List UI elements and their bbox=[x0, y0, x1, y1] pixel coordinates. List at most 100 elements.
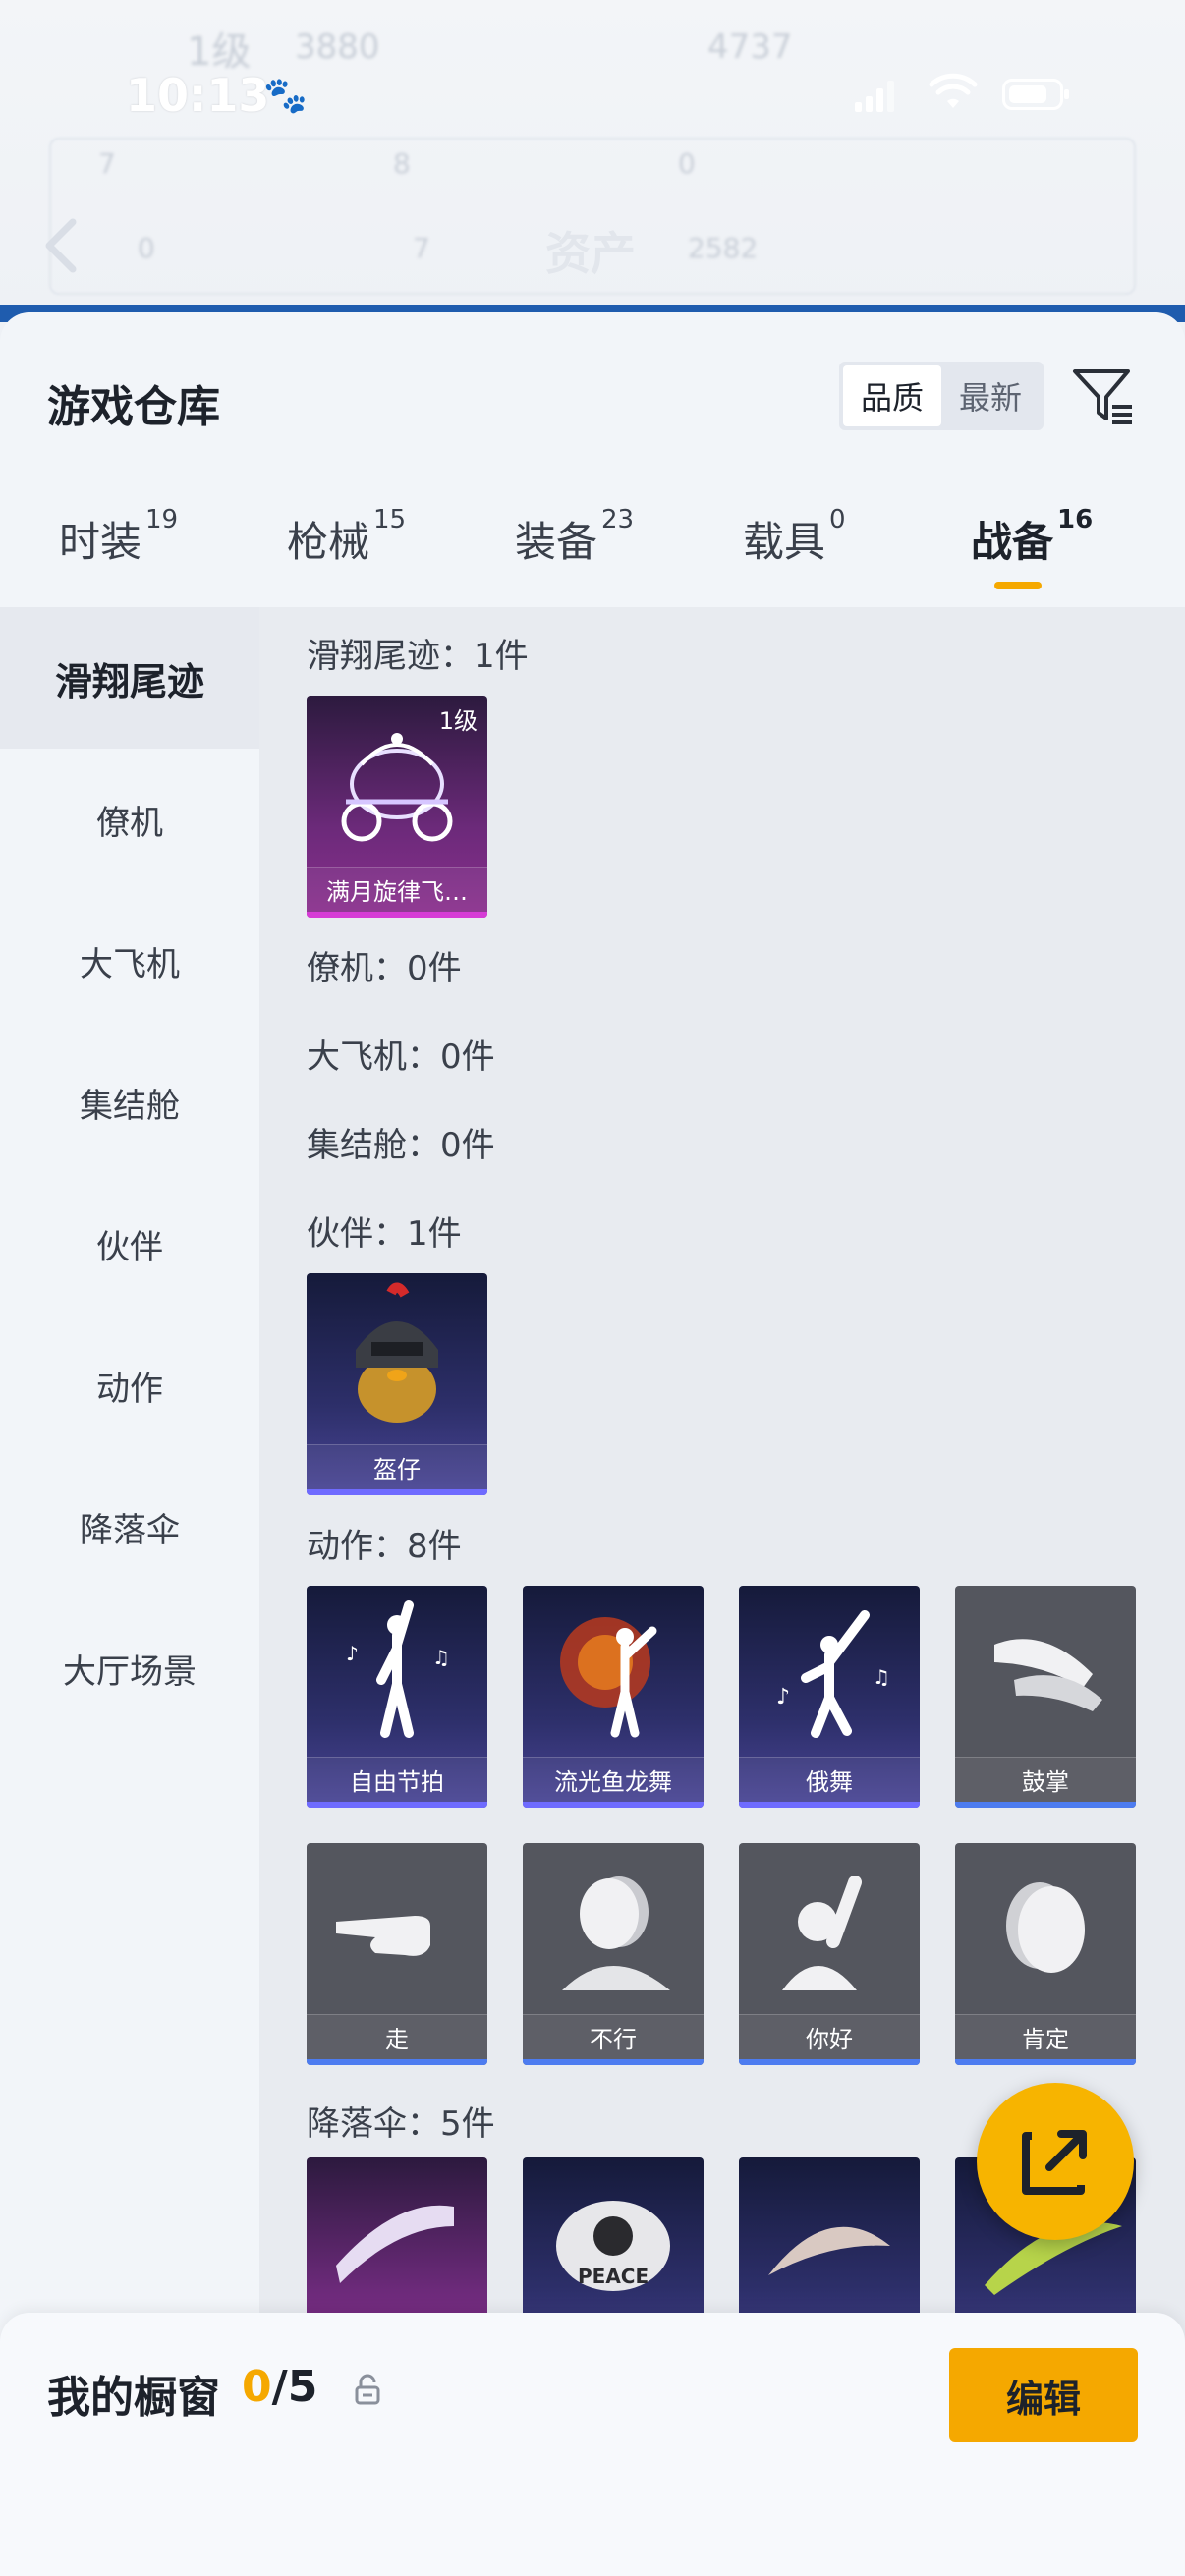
item-name: 你好 bbox=[739, 2014, 920, 2059]
rarity-bar bbox=[955, 2059, 1136, 2065]
lock-icon bbox=[355, 2374, 380, 2405]
nodding-head-icon bbox=[1006, 1882, 1085, 1973]
rarity-bar bbox=[307, 1489, 487, 1495]
section-title: 滑翔尾迹：1件 bbox=[307, 637, 529, 676]
sidebar: 滑翔尾迹 僚机 大飞机 集结舱 伙伴 动作 降落伞 大厅场景 bbox=[0, 607, 259, 2576]
showcase-total: /5 bbox=[271, 2362, 318, 2412]
item-card[interactable]: ♪ ♫ 俄舞 bbox=[739, 1586, 920, 1808]
item-name: 自由节拍 bbox=[307, 1757, 487, 1802]
tab-label: 载具 bbox=[743, 518, 826, 566]
item-card[interactable]: 1级 满月旋律飞… bbox=[307, 696, 487, 918]
sidebar-item-plane[interactable]: 大飞机 bbox=[0, 890, 259, 1032]
item-name: 肯定 bbox=[955, 2014, 1136, 2059]
item-list: 滑翔尾迹：1件 1级 满月旋律飞… 僚机：0件 大飞机：0件 集结舱：0件 伙伴… bbox=[259, 607, 1185, 2576]
blurred-stat: 3880 bbox=[295, 28, 380, 67]
active-tab-indicator bbox=[994, 582, 1042, 589]
tab-vehicles[interactable]: 载具 0 bbox=[743, 505, 846, 569]
pointing-hand-icon bbox=[336, 1916, 430, 1956]
tab-fashion[interactable]: 时装 19 bbox=[59, 505, 178, 569]
peace-parachute-icon: PEACE bbox=[556, 2201, 670, 2291]
share-icon bbox=[1022, 2130, 1087, 2195]
tab-count: 23 bbox=[601, 505, 635, 534]
item-card[interactable]: 不行 bbox=[523, 1843, 704, 2065]
ballet-dancer-icon: ♪ ♫ bbox=[776, 1610, 890, 1738]
item-name: 俄舞 bbox=[739, 1757, 920, 1802]
showcase-count: 0/5 bbox=[242, 2362, 317, 2412]
tab-label: 装备 bbox=[515, 518, 598, 566]
rarity-bar bbox=[307, 912, 487, 918]
rarity-bar bbox=[523, 1802, 704, 1808]
sidebar-item-glide-trail[interactable]: 滑翔尾迹 bbox=[0, 607, 259, 749]
sidebar-item-partner[interactable]: 伙伴 bbox=[0, 1173, 259, 1315]
edit-button[interactable]: 编辑 bbox=[949, 2348, 1138, 2442]
svg-text:♫: ♫ bbox=[873, 1665, 890, 1689]
tab-label: 战备 bbox=[971, 518, 1054, 566]
svg-text:♪: ♪ bbox=[346, 1642, 359, 1665]
blurred-stat: 4737 bbox=[707, 28, 793, 67]
sheet-title: 游戏仓库 bbox=[47, 382, 220, 432]
filter-icon[interactable] bbox=[1071, 364, 1136, 428]
sidebar-item-capsule[interactable]: 集结舱 bbox=[0, 1032, 259, 1173]
status-time: 10:13 bbox=[126, 69, 270, 122]
parachute-icon bbox=[336, 2205, 454, 2283]
top-header-area: 1级 3880 4737 7 8 0 0 7 2582 10:13 🐾 资产 bbox=[0, 0, 1185, 314]
blurred-stat: 0 bbox=[678, 147, 696, 180]
blurred-stat: 7 bbox=[98, 147, 116, 180]
section-title: 僚机：0件 bbox=[307, 949, 462, 988]
tab-guns[interactable]: 枪械 15 bbox=[287, 505, 406, 569]
section-title: 动作：8件 bbox=[307, 1527, 462, 1566]
sort-toggle: 品质 最新 bbox=[839, 362, 1044, 430]
item-card[interactable]: 鼓掌 bbox=[955, 1586, 1136, 1808]
tab-count: 19 bbox=[145, 505, 179, 534]
tab-battle-gear[interactable]: 战备 16 bbox=[971, 505, 1093, 569]
cellular-signal-icon bbox=[855, 79, 894, 112]
sort-quality-button[interactable]: 品质 bbox=[843, 365, 941, 426]
item-card[interactable]: 流光鱼龙舞 bbox=[523, 1586, 704, 1808]
rarity-bar bbox=[739, 2059, 920, 2065]
blurred-stat: 2582 bbox=[688, 232, 759, 264]
svg-text:♫: ♫ bbox=[432, 1646, 450, 1669]
tab-equipment[interactable]: 装备 23 bbox=[515, 505, 634, 569]
showcase-bar: 我的橱窗 0/5 编辑 bbox=[0, 2313, 1185, 2576]
item-card[interactable]: ♪ ♫ 自由节拍 bbox=[307, 1586, 487, 1808]
rarity-bar bbox=[739, 1802, 920, 1808]
item-card[interactable]: 你好 bbox=[739, 1843, 920, 2065]
clapping-hands-icon bbox=[994, 1639, 1102, 1711]
blurred-stat: 7 bbox=[413, 232, 430, 264]
item-name: 不行 bbox=[523, 2014, 704, 2059]
tab-label: 时装 bbox=[59, 518, 142, 566]
share-button[interactable] bbox=[977, 2083, 1134, 2240]
sidebar-item-parachute[interactable]: 降落伞 bbox=[0, 1456, 259, 1597]
item-card[interactable]: 盔仔 bbox=[307, 1273, 487, 1495]
item-card[interactable]: 肯定 bbox=[955, 1843, 1136, 2065]
fire-dance-icon bbox=[560, 1617, 657, 1738]
blurred-stat: 8 bbox=[393, 147, 411, 180]
parachute-icon bbox=[768, 2226, 890, 2275]
showcase-current: 0 bbox=[242, 2362, 272, 2412]
item-name: 满月旋律飞… bbox=[307, 867, 487, 912]
dancer-icon: ♪ ♫ bbox=[346, 1600, 450, 1738]
paw-icon: 🐾 bbox=[263, 76, 308, 116]
sidebar-item-wingman[interactable]: 僚机 bbox=[0, 749, 259, 890]
back-arrow-icon[interactable] bbox=[41, 216, 81, 275]
blurred-stat: 0 bbox=[138, 232, 155, 264]
chick-partner-icon bbox=[356, 1282, 438, 1423]
tab-count: 0 bbox=[829, 505, 846, 534]
rarity-bar bbox=[307, 2059, 487, 2065]
item-level: 1级 bbox=[438, 707, 478, 735]
showcase-title: 我的橱窗 bbox=[47, 2373, 220, 2423]
sort-newest-button[interactable]: 最新 bbox=[941, 365, 1040, 426]
rarity-bar bbox=[955, 1802, 1136, 1808]
wifi-icon bbox=[929, 73, 978, 108]
battery-icon bbox=[1002, 79, 1069, 110]
page-title: 资产 bbox=[545, 227, 636, 280]
svg-text:♪: ♪ bbox=[776, 1685, 790, 1709]
item-name: 盔仔 bbox=[307, 1444, 487, 1489]
sidebar-item-emote[interactable]: 动作 bbox=[0, 1315, 259, 1456]
sidebar-item-lobby-scene[interactable]: 大厅场景 bbox=[0, 1597, 259, 1739]
head-shake-icon bbox=[562, 1876, 670, 1990]
item-name: 鼓掌 bbox=[955, 1757, 1136, 1802]
section-title: 集结舱：0件 bbox=[307, 1126, 495, 1165]
rarity-bar bbox=[307, 1802, 487, 1808]
item-card[interactable]: 走 bbox=[307, 1843, 487, 2065]
